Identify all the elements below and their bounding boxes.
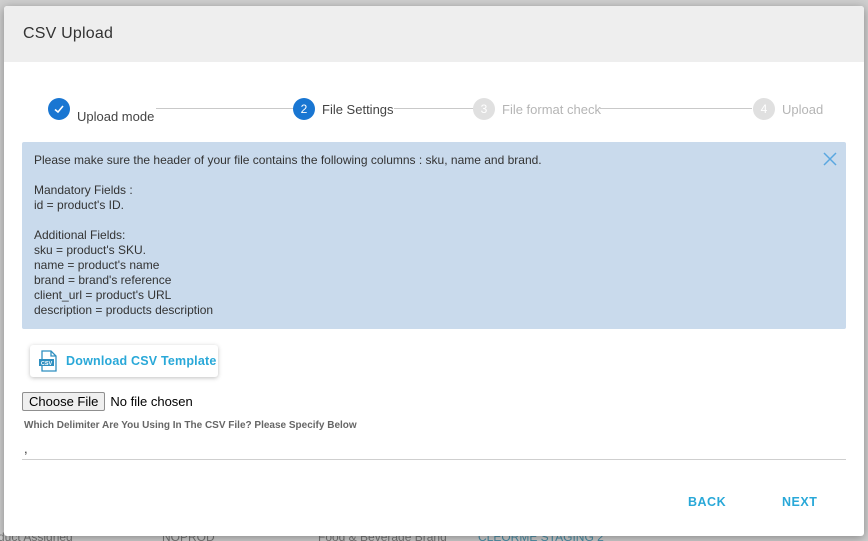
step-label: File format check [502,101,601,117]
file-input: Choose File No file chosen [22,392,193,411]
dialog-header: CSV Upload [4,6,864,62]
step-label: File Settings [322,101,394,117]
step-number: 4 [753,98,775,120]
svg-text:CSV: CSV [41,361,53,367]
upload-stepper: Upload mode 2 File Settings 3 File forma… [48,98,828,128]
step-connector [394,108,474,109]
additional-item: sku = product's SKU. [34,243,147,257]
file-status: No file chosen [110,394,193,409]
step-upload-mode[interactable]: Upload mode [48,98,154,124]
next-button[interactable]: NEXT [782,495,817,509]
choose-file-button[interactable]: Choose File [22,392,106,411]
additional-title: Additional Fields: [34,228,126,242]
check-icon [48,98,70,120]
additional-item: description = products description [34,303,214,317]
step-label: Upload [782,101,824,117]
additional-item: client_url = product's URL [34,288,172,302]
dialog-title: CSV Upload [23,25,114,42]
step-file-settings[interactable]: 2 File Settings [293,98,394,120]
step-file-format-check[interactable]: 3 File format check [473,98,601,120]
back-button[interactable]: BACK [688,495,726,509]
info-alert: Please make sure the header of your file… [22,142,846,329]
step-number: 2 [293,98,315,120]
delimiter-label: Which Delimiter Are You Using In The CSV… [24,420,357,431]
csv-upload-dialog: CSV Upload Upload mode 2 File Settings 3… [4,6,864,536]
info-header-line: Please make sure the header of your file… [34,153,542,167]
step-connector [156,108,294,109]
download-csv-template-button[interactable]: CSV Download CSV Template [30,345,218,377]
step-connector [600,108,752,109]
additional-item: brand = brand's reference [34,273,172,287]
mandatory-item: id = product's ID. [34,198,124,212]
download-label: Download CSV Template [66,354,217,368]
mandatory-title: Mandatory Fields : [34,183,133,197]
close-icon[interactable] [823,152,837,166]
csv-file-icon: CSV [39,350,57,372]
step-number: 3 [473,98,495,120]
additional-item: name = product's name [34,258,160,272]
delimiter-input[interactable] [22,438,846,460]
step-upload[interactable]: 4 Upload [753,98,823,120]
step-label: Upload mode [77,108,155,124]
